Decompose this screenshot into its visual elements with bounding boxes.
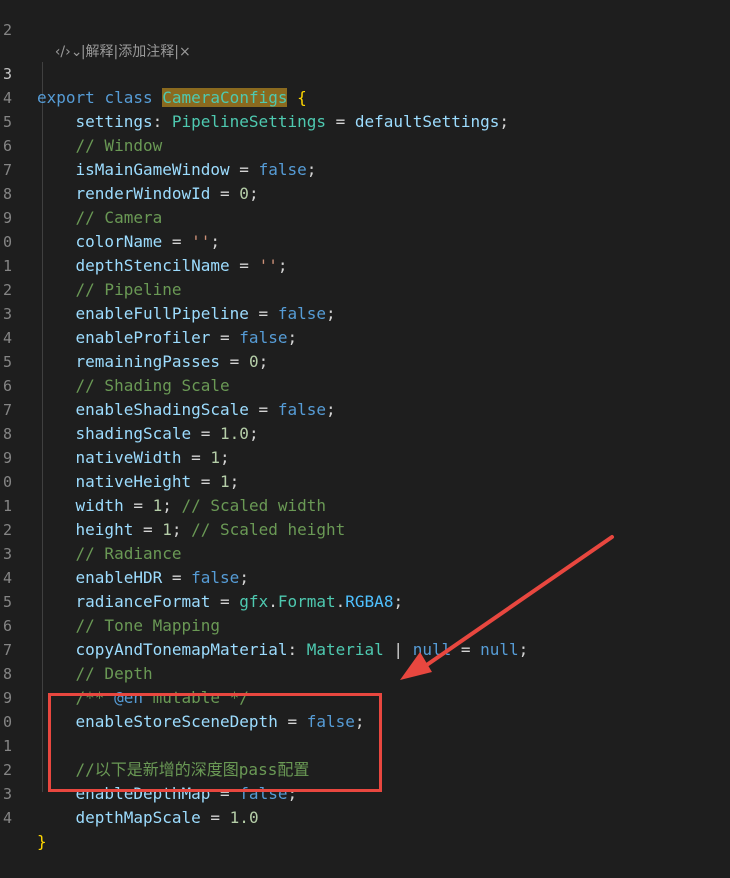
- code-editor[interactable]: ‹/›⌄|解释|添加注释|× 2 3 export class CameraCo…: [0, 0, 730, 851]
- line-number: 4: [2, 809, 12, 827]
- code-line[interactable]: 7 shadingScale = 1.0;: [0, 374, 730, 443]
- code-line[interactable]: 9 enableStoreSceneDepth = false;: [0, 662, 730, 731]
- code-line[interactable]: 2 // Radiance: [0, 494, 730, 563]
- code-line[interactable]: 6 copyAndTonemapMaterial: Material | nul…: [0, 590, 730, 659]
- code-line[interactable]: 0 depthStencilName = '';: [0, 206, 730, 275]
- code-line[interactable]: 3 enableHDR = false;: [0, 518, 730, 587]
- code-line[interactable]: 3 export class CameraConfigs {: [0, 38, 730, 107]
- code-line[interactable]: 5 // Shading Scale: [0, 326, 730, 395]
- code-line[interactable]: 4 settings: PipelineSettings = defaultSe…: [0, 62, 730, 131]
- codelens-bar: ‹/›⌄|解释|添加注释|×: [37, 16, 191, 60]
- code-line[interactable]: 6 enableShadingScale = false;: [0, 350, 730, 419]
- code-line[interactable]: 7 renderWindowId = 0;: [0, 134, 730, 203]
- code-line[interactable]: 8 // Camera: [0, 158, 730, 227]
- code-line[interactable]: 1 height = 1; // Scaled height: [0, 470, 730, 539]
- code-line[interactable]: 1 // Pipeline: [0, 230, 730, 299]
- code-line[interactable]: 3 enableProfiler = false;: [0, 278, 730, 347]
- brace: }: [37, 832, 47, 851]
- code-line[interactable]: 7 // Depth: [0, 614, 730, 683]
- code-line[interactable]: 9 colorName = '';: [0, 182, 730, 251]
- value: 1.0: [229, 808, 259, 827]
- code-line[interactable]: 4 radianceFormat = gfx.Format.RGBA8;: [0, 542, 730, 611]
- code-line[interactable]: 0 width = 1; // Scaled width: [0, 446, 730, 515]
- code-line[interactable]: 5 // Tone Mapping: [0, 566, 730, 635]
- code-line[interactable]: 4 remainingPasses = 0;: [0, 302, 730, 371]
- code-line[interactable]: 8 /** @en mutable */: [0, 638, 730, 707]
- code-line[interactable]: 2: [0, 0, 730, 39]
- code-line[interactable]: 9 nativeHeight = 1;: [0, 422, 730, 491]
- property: depthMapScale: [75, 808, 201, 827]
- code-line[interactable]: 6 isMainGameWindow = false;: [0, 110, 730, 179]
- code-line[interactable]: 8 nativeWidth = 1;: [0, 398, 730, 467]
- highlight-box: [48, 693, 382, 792]
- code-line[interactable]: 2 enableFullPipeline = false;: [0, 254, 730, 323]
- code-line[interactable]: 5 // Window: [0, 86, 730, 155]
